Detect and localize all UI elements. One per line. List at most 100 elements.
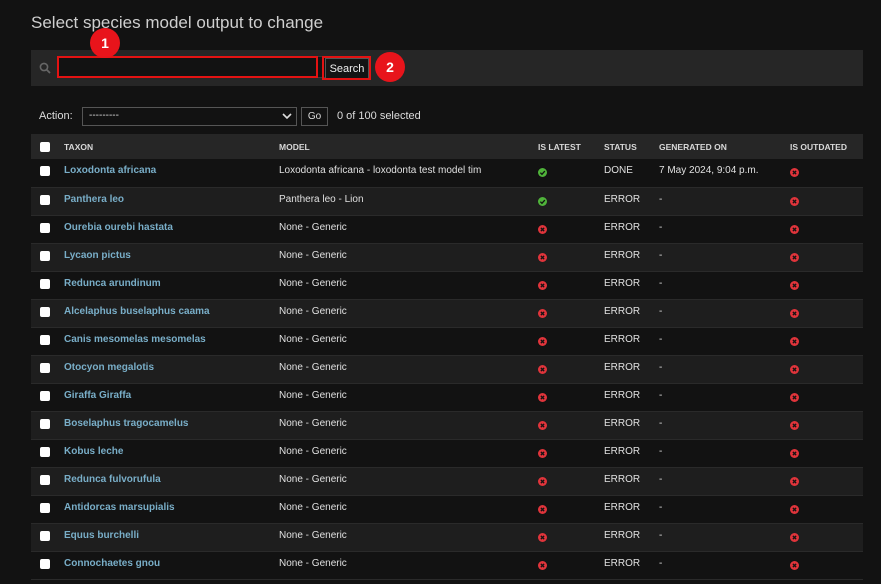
row-checkbox[interactable] (40, 334, 50, 345)
table-row: Kobus leche None - Generic ERROR - (31, 439, 863, 467)
status-cell: ERROR (604, 361, 641, 373)
is-outdated-cell (790, 299, 863, 327)
status-cell: ERROR (604, 501, 641, 513)
is-latest-cell (538, 299, 604, 327)
row-checkbox[interactable] (40, 558, 50, 569)
generated-on-cell: - (659, 417, 663, 429)
row-checkbox[interactable] (40, 250, 50, 261)
status-cell: ERROR (604, 277, 641, 289)
model-cell: None - Generic (279, 361, 347, 373)
column-header-is-latest[interactable]: IS LATEST (538, 134, 604, 159)
column-header-taxon[interactable]: TAXON (64, 134, 279, 159)
is-latest-cell (538, 495, 604, 523)
column-header-generated-on[interactable]: GENERATED ON (659, 134, 790, 159)
is-outdated-cell (790, 271, 863, 299)
row-checkbox[interactable] (40, 390, 50, 401)
model-cell: None - Generic (279, 417, 347, 429)
table-row: Redunca arundinum None - Generic ERROR - (31, 271, 863, 299)
is-latest-cell (538, 523, 604, 551)
cross-icon (790, 196, 799, 206)
model-cell: None - Generic (279, 473, 347, 485)
cross-icon (790, 168, 799, 177)
column-header-status[interactable]: STATUS (604, 134, 659, 159)
taxon-link[interactable]: Redunca arundinum (64, 278, 161, 289)
taxon-link[interactable]: Antidorcas marsupialis (64, 502, 175, 513)
cross-icon (790, 392, 799, 402)
taxon-link[interactable]: Canis mesomelas mesomelas (64, 334, 206, 345)
row-checkbox[interactable] (40, 502, 50, 513)
actions-bar: Action: --------- Go 0 of 100 selected (31, 106, 631, 126)
column-header-model[interactable]: MODEL (279, 134, 538, 159)
cross-icon (790, 504, 799, 514)
generated-on-cell: - (659, 361, 663, 373)
status-cell: DONE (604, 165, 633, 176)
status-cell: ERROR (604, 221, 641, 233)
taxon-link[interactable]: Otocyon megalotis (64, 362, 154, 373)
taxon-link[interactable]: Equus burchelli (64, 530, 139, 541)
table-row: Ourebia ourebi hastata None - Generic ERRO… (31, 215, 863, 243)
search-button[interactable]: Search (325, 58, 369, 79)
cross-icon (538, 420, 547, 430)
row-checkbox[interactable] (40, 530, 50, 541)
is-outdated-cell (790, 355, 863, 383)
cross-icon (538, 308, 547, 318)
model-cell: None - Generic (279, 529, 347, 541)
column-header-is-outdated[interactable]: IS OUTDATED (790, 134, 863, 159)
generated-on-cell: - (659, 529, 663, 541)
generated-on-cell: - (659, 193, 663, 205)
taxon-link[interactable]: Redunca fulvorufula (64, 474, 161, 485)
cross-icon (538, 476, 547, 486)
is-outdated-cell (790, 187, 863, 215)
row-checkbox[interactable] (40, 446, 50, 457)
table-row: Canis mesomelas mesomelas None - Generic E… (31, 327, 863, 355)
is-outdated-cell (790, 551, 863, 579)
cross-icon (790, 336, 799, 346)
cross-icon (538, 364, 547, 374)
status-cell: ERROR (604, 417, 641, 429)
generated-on-cell: - (659, 557, 663, 569)
select-all-checkbox[interactable] (40, 141, 50, 152)
model-cell: None - Generic (279, 389, 347, 401)
row-checkbox[interactable] (40, 166, 50, 176)
action-label: Action: (39, 110, 73, 122)
is-latest-cell (538, 243, 604, 271)
taxon-link[interactable]: Ourebia ourebi hastata (64, 222, 173, 233)
model-cell: Loxodonta africana - loxodonta test mode… (279, 165, 482, 176)
cross-icon (538, 252, 547, 262)
row-checkbox[interactable] (40, 362, 50, 373)
taxon-link[interactable]: Kobus leche (64, 446, 123, 457)
cross-icon (790, 532, 799, 542)
cross-icon (790, 364, 799, 374)
search-input[interactable] (58, 56, 326, 78)
is-outdated-cell (790, 523, 863, 551)
model-cell: Panthera leo - Lion (279, 193, 364, 205)
status-cell: ERROR (604, 557, 641, 569)
row-checkbox[interactable] (40, 278, 50, 289)
taxon-link[interactable]: Loxodonta africana (64, 165, 156, 176)
row-checkbox[interactable] (40, 418, 50, 429)
taxon-link[interactable]: Boselaphus tragocamelus (64, 418, 188, 429)
model-cell: None - Generic (279, 277, 347, 289)
action-select[interactable]: --------- (82, 107, 297, 126)
cross-icon (790, 420, 799, 430)
is-latest-cell (538, 355, 604, 383)
go-button[interactable]: Go (301, 107, 328, 126)
taxon-link[interactable]: Connochaetes gnou (64, 558, 160, 569)
row-checkbox[interactable] (40, 474, 50, 485)
status-cell: ERROR (604, 389, 641, 401)
row-checkbox[interactable] (40, 194, 50, 205)
taxon-link[interactable]: Alcelaphus buselaphus caama (64, 306, 210, 317)
generated-on-cell: - (659, 277, 663, 289)
status-cell: ERROR (604, 473, 641, 485)
row-checkbox[interactable] (40, 306, 50, 317)
page-title: Select species model output to change (31, 13, 324, 32)
taxon-link[interactable]: Lycaon pictus (64, 250, 131, 261)
taxon-link[interactable]: Panthera leo (64, 194, 124, 205)
row-checkbox[interactable] (40, 222, 50, 233)
taxon-link[interactable]: Giraffa Giraffa (64, 390, 131, 401)
is-latest-cell (538, 551, 604, 579)
is-latest-cell (538, 467, 604, 495)
cross-icon (790, 308, 799, 318)
table-row: Equus burchelli None - Generic ERROR - (31, 523, 863, 551)
table-row: Redunca fulvorufula None - Generic ERROR - (31, 467, 863, 495)
